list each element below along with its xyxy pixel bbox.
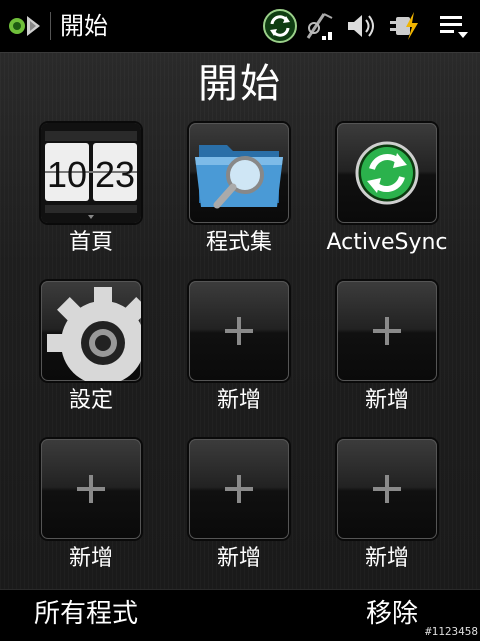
- tile-label: 設定: [68, 388, 113, 413]
- tile-add-box: [337, 439, 437, 539]
- start-screen: 開始 10 23 首頁 程式集 ActiveSync 設定 新增 新增 新增 新…: [0, 53, 480, 589]
- tile-add[interactable]: 新增: [312, 439, 462, 589]
- programs-folder-icon: [189, 123, 289, 223]
- plus-icon: [373, 317, 401, 345]
- watermark: #1123458: [425, 625, 478, 638]
- settings-gear-icon: [41, 281, 159, 399]
- all-programs-softkey[interactable]: 所有程式: [34, 598, 138, 630]
- tile-add[interactable]: 新增: [16, 439, 166, 589]
- tile-settings[interactable]: 設定: [16, 281, 166, 431]
- tile-activesync[interactable]: ActiveSync: [312, 123, 462, 273]
- tile-label: 新增: [364, 546, 409, 571]
- tile-label: 首頁: [68, 230, 113, 255]
- tile-home[interactable]: 10 23 首頁: [16, 123, 166, 273]
- volume-icon[interactable]: [344, 8, 380, 44]
- tile-add[interactable]: 新增: [312, 281, 462, 431]
- plus-icon: [225, 475, 253, 503]
- remove-softkey[interactable]: 移除: [366, 598, 418, 630]
- tile-label: 新增: [216, 388, 261, 413]
- tile-add[interactable]: 新增: [164, 439, 314, 589]
- tile-add-box: [189, 281, 289, 381]
- tile-add-box: [41, 439, 141, 539]
- tile-label: 新增: [68, 546, 113, 571]
- battery-charging-icon[interactable]: [386, 8, 422, 44]
- status-bar: 開始: [0, 0, 480, 53]
- clock-hours: 10: [47, 154, 87, 195]
- plus-icon: [225, 317, 253, 345]
- title-separator: [50, 12, 51, 40]
- clock-minutes: 23: [95, 154, 135, 195]
- tile-label: 新增: [216, 546, 261, 571]
- sync-icon[interactable]: [262, 8, 298, 44]
- tile-add-box: [337, 281, 437, 381]
- plus-icon: [77, 475, 105, 503]
- tile-label: 新增: [364, 388, 409, 413]
- signal-icon[interactable]: [302, 8, 338, 44]
- tile-add[interactable]: 新增: [164, 281, 314, 431]
- menu-icon[interactable]: [436, 8, 472, 44]
- start-logo-icon[interactable]: [6, 10, 46, 42]
- tile-label: 程式集: [205, 230, 272, 255]
- softkey-bar: 所有程式 移除 #1123458: [0, 589, 480, 641]
- home-clock-icon: 10 23: [41, 123, 141, 223]
- plus-icon: [373, 475, 401, 503]
- tile-programs[interactable]: 程式集: [164, 123, 314, 273]
- activesync-icon: [337, 123, 437, 223]
- tile-label: ActiveSync: [326, 230, 448, 255]
- tile-add-box: [189, 439, 289, 539]
- page-title: 開始: [198, 61, 282, 107]
- window-title: 開始: [60, 12, 108, 40]
